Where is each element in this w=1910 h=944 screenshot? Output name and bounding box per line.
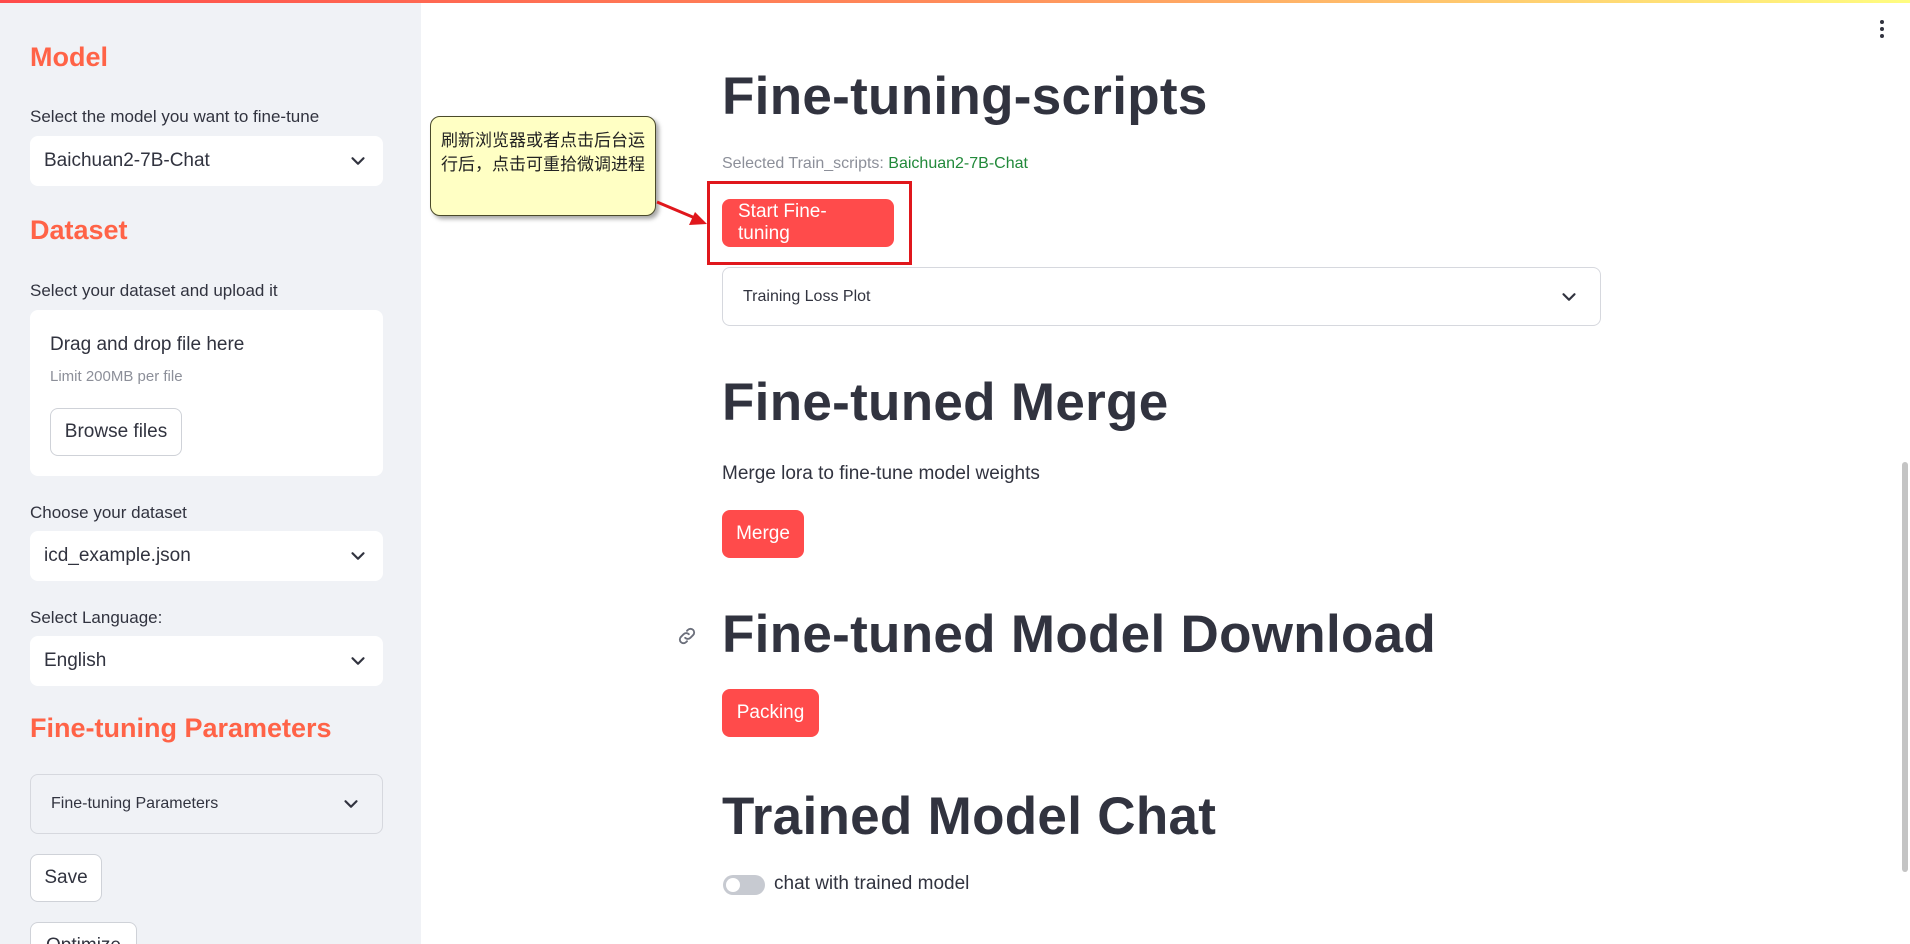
model-select-label: Select the model you want to fine-tune (30, 107, 320, 126)
chevron-down-icon (1562, 292, 1576, 301)
model-heading: Model (30, 42, 108, 72)
chevron-down-icon (344, 800, 358, 808)
language-label: Select Language: (30, 608, 163, 627)
merge-button[interactable]: Merge (722, 510, 804, 558)
fine-tuning-params-heading: Fine-tuning Parameters (30, 713, 332, 743)
model-select-value: Baichuan2-7B-Chat (44, 150, 210, 171)
training-loss-plot-expander[interactable]: Training Loss Plot (722, 267, 1601, 326)
file-uploader-dropzone[interactable]: Drag and drop file here Limit 200MB per … (30, 310, 383, 476)
dataset-heading: Dataset (30, 215, 128, 245)
fine-tuning-params-expander[interactable]: Fine-tuning Parameters (30, 774, 383, 834)
expander-label: Fine-tuning Parameters (51, 795, 219, 812)
dataset-upload-label: Select your dataset and upload it (30, 281, 278, 300)
selected-scripts-label: Selected Train_scripts: (722, 155, 889, 172)
dataset-select-value: icd_example.json (44, 545, 191, 566)
merge-description: Merge lora to fine-tune model weights (722, 463, 1040, 484)
dropzone-title: Drag and drop file here (50, 334, 245, 355)
scripts-title: Fine-tuning-scripts (722, 67, 1208, 126)
language-select[interactable]: English (30, 636, 383, 686)
chat-toggle[interactable] (723, 875, 765, 895)
sidebar: Model Select the model you want to fine-… (0, 0, 421, 944)
kebab-menu-icon[interactable] (1876, 20, 1888, 44)
model-select[interactable]: Baichuan2-7B-Chat (30, 136, 383, 186)
chevron-down-icon (351, 657, 365, 665)
selected-scripts-value: Baichuan2-7B-Chat (888, 155, 1028, 172)
choose-dataset-label: Choose your dataset (30, 503, 187, 522)
merge-title: Fine-tuned Merge (722, 373, 1169, 432)
toggle-knob (726, 878, 740, 892)
chevron-down-icon (351, 157, 365, 165)
chat-title: Trained Model Chat (722, 787, 1217, 846)
browse-files-button[interactable]: Browse files (50, 408, 182, 456)
link-icon[interactable] (676, 625, 698, 647)
save-button[interactable]: Save (30, 854, 102, 902)
download-title: Fine-tuned Model Download (722, 605, 1437, 664)
packing-button[interactable]: Packing (722, 689, 819, 737)
dataset-select[interactable]: icd_example.json (30, 531, 383, 581)
chat-toggle-label: chat with trained model (774, 873, 970, 894)
selected-scripts-caption: Selected Train_scripts: Baichuan2-7B-Cha… (722, 155, 1028, 173)
start-fine-tuning-button[interactable]: Start Fine-tuning (722, 199, 894, 247)
dropzone-limit: Limit 200MB per file (50, 368, 183, 385)
annotation-callout: 刷新浏览器或者点击后台运行后，点击可重拾微调进程 (430, 116, 656, 216)
optimize-button[interactable]: Optimize (30, 922, 137, 944)
callout-arrow-icon (656, 200, 707, 225)
chevron-down-icon (351, 552, 365, 560)
top-decoration-bar (0, 0, 1910, 3)
main-scrollbar[interactable] (1902, 462, 1908, 872)
language-select-value: English (44, 650, 107, 671)
expander-label: Training Loss Plot (743, 287, 871, 305)
